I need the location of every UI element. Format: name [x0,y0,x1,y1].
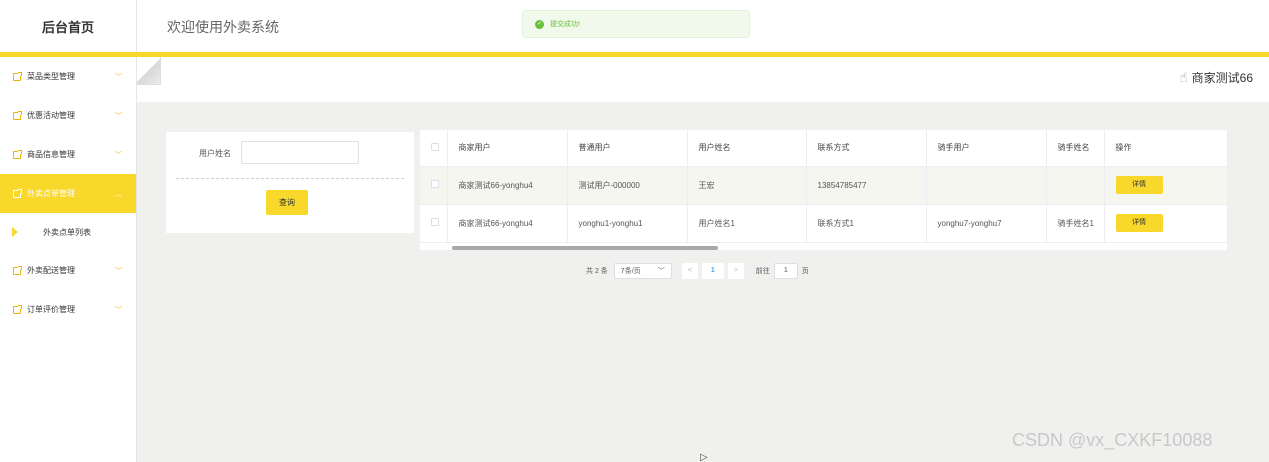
table-cell: 测试用户-000000 [567,166,688,205]
row-select-cell[interactable] [420,204,448,243]
sidebar-item-label: 优惠活动管理 [27,111,75,120]
system-title: 欢迎使用外卖系统 [167,19,279,35]
username-input[interactable] [241,141,359,164]
page-number-current[interactable]: 1 [701,262,724,279]
chevron-down-icon: ﹀ [657,267,665,275]
sidebar-item-label: 商品信息管理 [27,150,75,159]
sidebar-item-dish-type[interactable]: 菜品类型管理 ﹀ [0,57,136,96]
table-row[interactable]: 商家测试66-yonghu4 yonghu1-yonghu1 用户姓名1 联系方… [420,204,1228,243]
sidebar-item-label: 外卖点单管理 [27,189,75,198]
page-unit-label: 页 [801,267,809,275]
orders-table: 商家用户 普通用户 用户姓名 联系方式 骑手用户 骑手姓名 操作 商家测试66-… [420,130,1228,250]
chevron-up-icon: ︿ [115,191,122,198]
column-header: 操作 [1104,130,1228,167]
column-header: 商家用户 [447,130,568,167]
watermark: CSDN @vx_CXKF10088 [1012,430,1213,450]
detail-button[interactable]: 详情 [1115,176,1163,194]
table-row[interactable]: 商家测试66-yonghu4 测试用户-000000 王宏 1385478547… [420,166,1228,205]
row-checkbox[interactable] [431,218,439,226]
document-icon [13,110,22,120]
detail-button[interactable]: 详情 [1115,214,1163,232]
chevron-down-icon: ﹀ [115,152,122,159]
check-circle-icon: ✓ [535,19,544,29]
header: 后台首页 欢迎使用外卖系统 ✓ 提交成功! [0,0,1269,52]
table-cell: 联系方式1 [806,204,927,243]
chevron-down-icon: ﹀ [115,307,122,314]
document-icon [13,149,22,159]
action-cell: 详情 [1104,166,1228,205]
search-panel: 用户姓名 查询 [166,132,414,233]
page-size-select[interactable]: 7条/页 ﹀ [613,262,672,279]
sidebar-item-products[interactable]: 商品信息管理 ﹀ [0,135,136,174]
table-header-row: 商家用户 普通用户 用户姓名 联系方式 骑手用户 骑手姓名 操作 [420,130,1228,167]
column-header: 普通用户 [567,130,688,167]
user-menu[interactable]: ☝ 商家测试66 [1179,69,1253,86]
row-checkbox[interactable] [431,180,439,188]
table-cell: 骑手姓名1 [1046,204,1105,243]
chevron-down-icon: ﹀ [115,74,122,81]
collapse-toggle[interactable] [137,57,161,85]
table-cell: 商家测试66-yonghu4 [447,204,568,243]
document-icon [13,188,22,198]
table-cell: yonghu1-yonghu1 [567,204,688,243]
user-name: 商家测试66 [1191,71,1253,85]
top-strip: ☝ 商家测试66 [137,57,1269,102]
select-all-checkbox[interactable] [431,142,439,151]
chevron-down-icon: ﹀ [115,268,122,275]
table-cell: 王宏 [687,166,807,205]
mouse-cursor-icon: ▷ [700,452,708,462]
username-label: 用户姓名 [199,149,231,158]
sidebar-item-label: 外卖点单列表 [43,227,91,237]
sidebar-item-orders[interactable]: 外卖点单管理 ︿ [0,174,136,213]
column-header: 用户姓名 [687,130,807,167]
table-cell: yonghu7-yonghu7 [926,204,1047,243]
document-icon [13,265,22,275]
column-header: 联系方式 [806,130,927,167]
toast-message: 提交成功! [550,21,580,28]
table-cell [1046,166,1105,205]
user-hand-icon: ☝ [1179,69,1188,85]
sidebar-item-promotions[interactable]: 优惠活动管理 ﹀ [0,96,136,135]
row-select-cell[interactable] [420,166,448,205]
select-all-cell[interactable] [420,130,448,167]
goto-page-input[interactable]: 1 [773,262,798,279]
table-cell: 13854785477 [806,166,927,205]
total-count: 共 2 条 [586,267,608,275]
table-cell [926,166,1047,205]
sidebar-item-label: 外卖配送管理 [27,266,75,275]
chevron-down-icon: ﹀ [115,113,122,120]
page-size-value: 7条/页 [620,267,641,275]
active-marker-icon [12,227,18,237]
sidebar-item-label: 订单评价管理 [27,305,75,314]
column-header: 骑手姓名 [1046,130,1105,167]
pagination: 共 2 条 7条/页 ﹀ < 1 > 前往 1 页 [586,262,809,279]
sidebar-item-reviews[interactable]: 订单评价管理 ﹀ [0,290,136,329]
document-icon [13,71,22,81]
query-button[interactable]: 查询 [266,190,308,215]
action-cell: 详情 [1104,204,1228,243]
divider [176,178,404,179]
prev-page-button[interactable]: < [681,262,698,279]
next-page-button[interactable]: > [727,262,744,279]
horizontal-scrollbar[interactable] [452,246,718,250]
document-icon [13,304,22,314]
sidebar: 菜品类型管理 ﹀ 优惠活动管理 ﹀ 商品信息管理 ﹀ 外卖点单管理 ︿ 外卖点单… [0,57,137,462]
home-logo[interactable]: 后台首页 [0,0,137,52]
goto-label: 前往 [755,267,770,275]
sidebar-item-delivery[interactable]: 外卖配送管理 ﹀ [0,251,136,290]
table-cell: 商家测试66-yonghu4 [447,166,568,205]
sidebar-item-label: 菜品类型管理 [27,72,75,81]
column-header: 骑手用户 [926,130,1047,167]
sidebar-subitem-order-list[interactable]: 外卖点单列表 [0,213,136,251]
success-toast: ✓ 提交成功! [522,10,750,38]
table-cell: 用户姓名1 [687,204,807,243]
